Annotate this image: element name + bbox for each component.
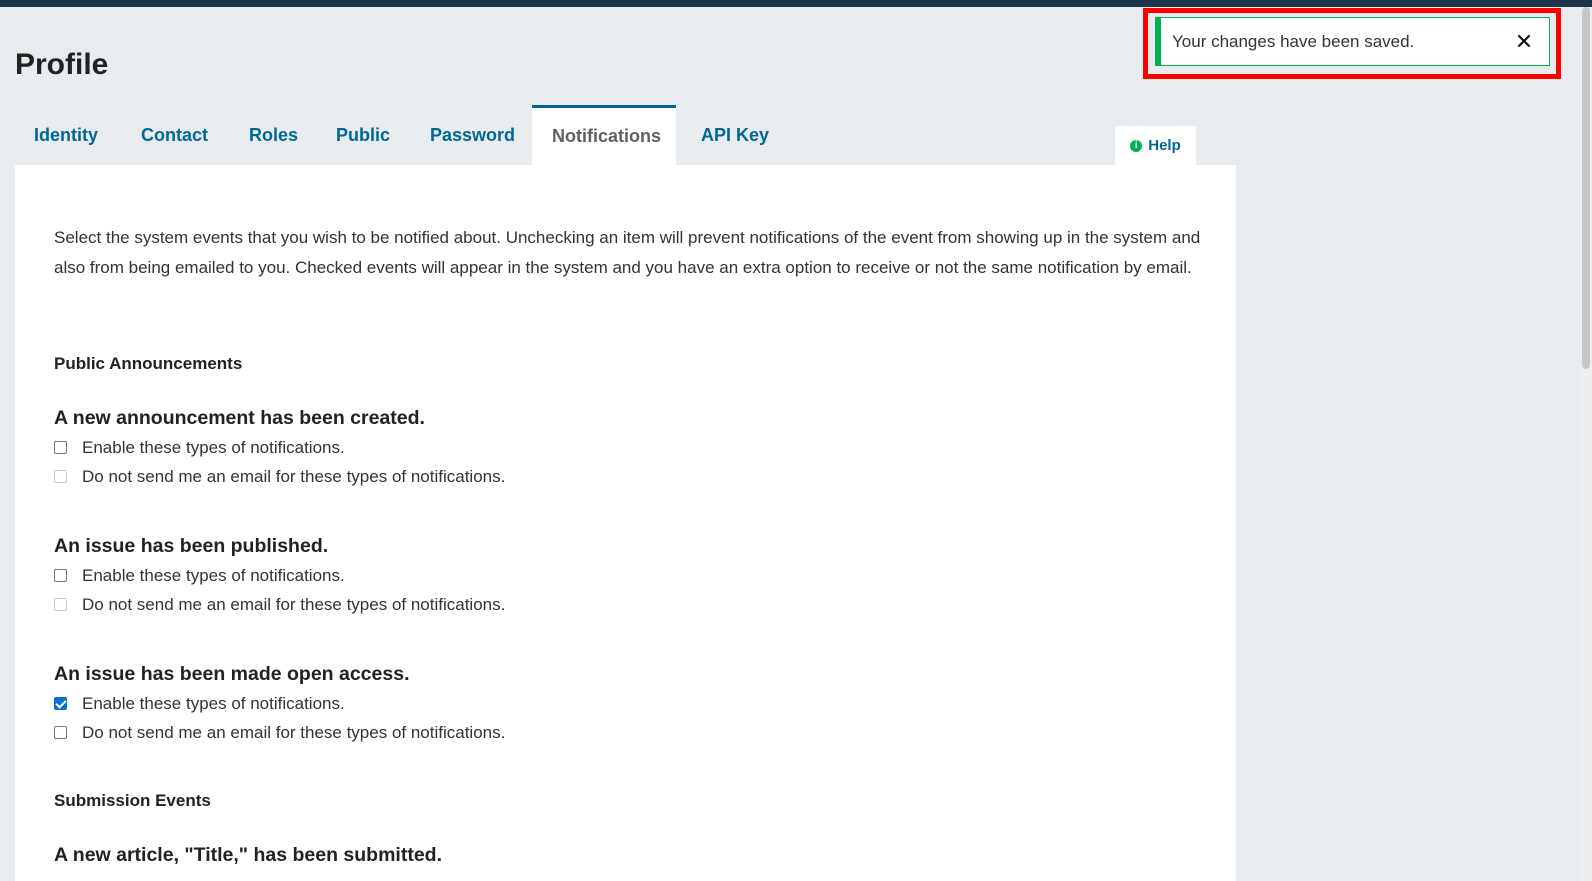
close-icon[interactable] bbox=[1514, 31, 1534, 51]
top-header-bar bbox=[0, 0, 1592, 7]
tab-roles[interactable]: Roles bbox=[230, 105, 317, 164]
event-title-issue-open-access: An issue has been made open access. bbox=[54, 663, 410, 685]
no-email-checkbox[interactable] bbox=[54, 725, 67, 739]
tab-identity[interactable]: Identity bbox=[15, 105, 122, 164]
toast-message: Your changes have been saved. bbox=[1172, 32, 1415, 51]
info-icon: i bbox=[1130, 139, 1143, 152]
section-heading-public-announcements: Public Announcements bbox=[54, 354, 243, 373]
no-email-checkbox bbox=[54, 597, 67, 611]
no-email-label[interactable]: Do not send me an email for these types … bbox=[82, 723, 505, 743]
page-title: Profile bbox=[15, 48, 109, 81]
option-row: Do not send me an email for these types … bbox=[54, 466, 505, 488]
no-email-checkbox bbox=[54, 469, 67, 483]
scrollbar-thumb[interactable] bbox=[1582, 7, 1590, 369]
event-title-article-submitted: A new article, "Title," has been submitt… bbox=[54, 844, 443, 866]
event-title-issue-published: An issue has been published. bbox=[54, 535, 329, 557]
option-row: Enable these types of notifications. bbox=[54, 565, 345, 587]
enable-notifications-label[interactable]: Enable these types of notifications. bbox=[82, 566, 345, 586]
tab-password[interactable]: Password bbox=[411, 105, 532, 164]
profile-tabs: Identity Contact Roles Public Password N… bbox=[15, 105, 796, 165]
tab-public[interactable]: Public bbox=[317, 105, 411, 164]
enable-notifications-checkbox[interactable] bbox=[54, 440, 67, 454]
enable-notifications-checkbox[interactable] bbox=[54, 696, 67, 710]
success-toast: Your changes have been saved. bbox=[1155, 17, 1550, 66]
section-heading-submission-events: Submission Events bbox=[54, 791, 211, 810]
option-row: Enable these types of notifications. bbox=[54, 437, 345, 459]
enable-notifications-label[interactable]: Enable these types of notifications. bbox=[82, 694, 345, 714]
option-row: Enable these types of notifications. bbox=[54, 693, 345, 715]
enable-notifications-checkbox[interactable] bbox=[54, 568, 67, 582]
tab-contact[interactable]: Contact bbox=[122, 105, 230, 164]
option-row: Do not send me an email for these types … bbox=[54, 594, 505, 616]
help-button[interactable]: i Help bbox=[1115, 126, 1196, 165]
intro-text: Select the system events that you wish t… bbox=[54, 228, 1201, 277]
notifications-panel: Select the system events that you wish t… bbox=[15, 165, 1236, 881]
help-label: Help bbox=[1148, 137, 1181, 154]
enable-notifications-label[interactable]: Enable these types of notifications. bbox=[82, 438, 345, 458]
no-email-label: Do not send me an email for these types … bbox=[82, 467, 506, 486]
no-email-label: Do not send me an email for these types … bbox=[82, 595, 506, 614]
tab-notifications[interactable]: Notifications bbox=[532, 105, 676, 165]
option-row: Do not send me an email for these types … bbox=[54, 722, 505, 744]
event-title-announcement-created: A new announcement has been created. bbox=[54, 407, 425, 429]
tab-api-key[interactable]: API Key bbox=[676, 105, 796, 164]
